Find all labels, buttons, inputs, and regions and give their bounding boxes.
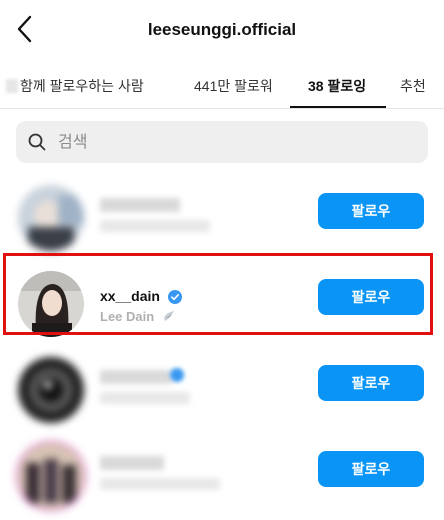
tab-recommend[interactable]: 추천 xyxy=(400,76,426,96)
blurred-username xyxy=(100,370,172,384)
page-title: leeseunggi.official xyxy=(147,20,297,39)
blurred-fullname xyxy=(100,478,220,490)
active-tab-indicator xyxy=(290,106,386,108)
follow-button[interactable]: 팔로우 xyxy=(318,451,424,487)
avatar[interactable] xyxy=(18,443,84,509)
tab-mutual[interactable]: 함께 팔로우하는 사람 xyxy=(6,76,166,96)
avatar[interactable] xyxy=(18,357,84,423)
list-item[interactable]: 팔로우 xyxy=(0,176,444,262)
avatar[interactable] xyxy=(18,185,84,251)
tab-following[interactable]: 38 팔로잉 xyxy=(308,76,366,96)
header: leeseunggi.official xyxy=(0,0,444,62)
tab-mutual-label: 함께 팔로우하는 사람 xyxy=(20,78,144,94)
follow-button[interactable]: 팔로우 xyxy=(318,365,424,401)
list-item[interactable]: 팔로우 xyxy=(0,348,444,434)
list-item[interactable]: 팔로우 xyxy=(0,434,444,520)
verified-badge-icon xyxy=(170,368,184,382)
tab-bar: 함께 팔로우하는 사람 441만 팔로워 38 팔로잉 추천 xyxy=(0,62,444,109)
blurred-fullname xyxy=(100,392,190,404)
tab-followers[interactable]: 441만 팔로워 xyxy=(194,76,273,96)
blurred-username xyxy=(100,198,180,212)
search-input[interactable] xyxy=(56,121,420,165)
search-icon xyxy=(28,133,46,151)
follow-button[interactable]: 팔로우 xyxy=(318,193,424,229)
search-bar xyxy=(16,121,428,165)
blurred-fullname xyxy=(100,220,210,232)
highlight-annotation-box xyxy=(3,253,433,335)
blurred-username xyxy=(100,456,164,470)
blurred-text xyxy=(6,79,18,93)
following-list: 팔로우 xx__dain Lee Dain 팔로우 팔로우 팔로우 xyxy=(0,176,444,520)
